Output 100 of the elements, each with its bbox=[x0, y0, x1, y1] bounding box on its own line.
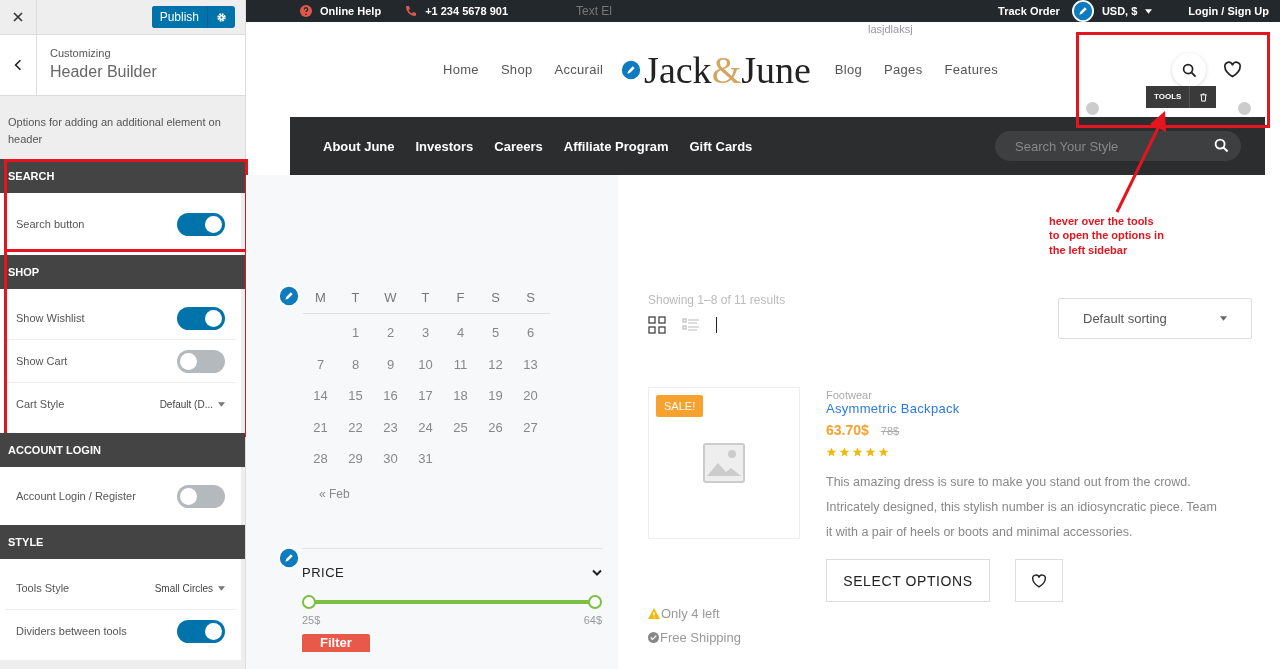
toggle-switch[interactable] bbox=[177, 306, 225, 330]
nav-link[interactable]: Investors bbox=[415, 138, 474, 154]
calendar-day[interactable]: 16 bbox=[383, 388, 398, 404]
calendar-day[interactable]: 27 bbox=[523, 419, 538, 435]
filter-button[interactable]: Filter bbox=[302, 633, 370, 652]
calendar-day[interactable]: 23 bbox=[383, 419, 398, 435]
calendar-day[interactable]: 15 bbox=[348, 388, 363, 404]
weekday-label: S bbox=[491, 289, 500, 305]
calendar-day[interactable]: 11 bbox=[453, 356, 468, 372]
nav-link[interactable]: Accurail bbox=[554, 62, 604, 77]
calendar-day[interactable]: 17 bbox=[418, 388, 433, 404]
search-field[interactable]: Search Your Style bbox=[995, 131, 1241, 161]
toggle-switch[interactable] bbox=[177, 212, 225, 236]
trash-icon[interactable] bbox=[1199, 92, 1209, 102]
calendar-day[interactable]: 9 bbox=[386, 356, 395, 372]
nav-link[interactable]: Features bbox=[944, 62, 999, 77]
search-button[interactable] bbox=[1172, 53, 1206, 87]
calendar-day[interactable]: 13 bbox=[523, 356, 538, 372]
settings-icon[interactable] bbox=[215, 10, 228, 24]
calendar-day[interactable]: 29 bbox=[348, 451, 363, 467]
search-icon[interactable] bbox=[1214, 138, 1229, 153]
shipping-info: Free Shipping bbox=[660, 630, 741, 645]
calendar-day[interactable]: 19 bbox=[488, 388, 503, 404]
chevron-icon[interactable] bbox=[592, 568, 602, 576]
sale-price: 63.70$ bbox=[826, 422, 869, 438]
calendar-day[interactable]: 3 bbox=[421, 325, 430, 341]
calendar-day[interactable]: 1 bbox=[351, 325, 360, 341]
edit-icon[interactable] bbox=[1071, 0, 1094, 22]
help-icon bbox=[300, 5, 312, 17]
toggle-switch[interactable] bbox=[177, 349, 225, 373]
panel-title: Header Builder bbox=[50, 63, 157, 81]
calendar-day[interactable]: 18 bbox=[453, 388, 468, 404]
previous-month-link[interactable]: « Feb bbox=[319, 486, 550, 501]
product-category[interactable]: Footwear bbox=[826, 389, 872, 401]
section-header: STYLE bbox=[0, 525, 245, 559]
calendar-day[interactable]: 25 bbox=[453, 419, 468, 435]
calendar-day[interactable]: 7 bbox=[316, 356, 325, 372]
calendar-day[interactable]: 10 bbox=[418, 356, 433, 372]
calendar-day[interactable]: 22 bbox=[348, 419, 363, 435]
calendar-day[interactable]: 31 bbox=[418, 451, 433, 467]
nav-link[interactable]: Gift Cards bbox=[689, 138, 753, 154]
price-heading: PRICE bbox=[302, 564, 345, 580]
calendar-day[interactable]: 26 bbox=[488, 419, 503, 435]
option-label: Cart Style bbox=[16, 398, 65, 410]
calendar-day[interactable]: 30 bbox=[383, 451, 398, 467]
toggle-switch[interactable] bbox=[177, 619, 225, 643]
track-order-link[interactable]: Track Order bbox=[998, 5, 1060, 17]
search-icon[interactable] bbox=[1181, 62, 1197, 78]
sorting-dropdown[interactable]: Default sorting bbox=[1058, 298, 1252, 339]
currency-selector[interactable]: USD, $ bbox=[1101, 5, 1138, 17]
calendar-day[interactable]: 20 bbox=[523, 388, 538, 404]
calendar-day[interactable]: 4 bbox=[456, 325, 465, 341]
nav-link[interactable]: About June bbox=[323, 138, 395, 154]
help-link[interactable]: Online Help bbox=[320, 5, 382, 17]
results-count: Showing 1–8 of 11 results bbox=[648, 293, 786, 307]
warning-icon bbox=[648, 608, 660, 619]
caret-icon[interactable] bbox=[1145, 8, 1153, 14]
check-circle-icon bbox=[648, 632, 659, 643]
description-text: Options for adding an additional element on header bbox=[8, 115, 222, 147]
eyebrow-text: Customizing bbox=[50, 47, 112, 59]
nav-link[interactable]: Blog bbox=[834, 62, 863, 77]
nav-link[interactable]: Careers bbox=[494, 138, 543, 154]
toggle-switch[interactable] bbox=[177, 484, 225, 508]
nav-link[interactable]: Home bbox=[443, 62, 479, 77]
publish-button[interactable]: Publish bbox=[151, 6, 208, 28]
calendar-day[interactable]: 12 bbox=[488, 356, 503, 372]
weekday-label: T bbox=[421, 289, 430, 305]
calendar-day[interactable]: 14 bbox=[313, 388, 328, 404]
nav-link[interactable]: Shop bbox=[500, 62, 533, 77]
close-icon[interactable] bbox=[13, 12, 23, 22]
back-icon[interactable] bbox=[14, 59, 22, 71]
price-slider[interactable] bbox=[302, 594, 602, 609]
wishlist-button[interactable] bbox=[1015, 559, 1063, 602]
overflow-text: lasjdlaksj bbox=[868, 23, 913, 35]
calendar-day[interactable]: 2 bbox=[386, 325, 395, 341]
calendar-day[interactable]: 6 bbox=[526, 325, 535, 341]
nav-link[interactable]: Affiliate Program bbox=[563, 138, 669, 154]
select-dropdown[interactable]: Default (D... bbox=[159, 398, 225, 410]
weekday-label: T bbox=[351, 289, 360, 305]
calendar-day[interactable]: 8 bbox=[351, 356, 360, 372]
max-price: 64$ bbox=[583, 613, 602, 626]
nav-link[interactable]: Pages bbox=[884, 62, 923, 77]
heart-icon[interactable] bbox=[1031, 573, 1047, 588]
product-name[interactable]: Asymmetric Backpack bbox=[826, 401, 960, 416]
handle-dot[interactable] bbox=[1086, 102, 1099, 115]
heart-icon[interactable] bbox=[1223, 61, 1242, 78]
grid-view-icon[interactable] bbox=[648, 316, 666, 334]
login-link[interactable]: Login / Sign Up bbox=[1188, 5, 1269, 17]
product-image-placeholder[interactable]: SALE! bbox=[648, 387, 800, 539]
calendar-day[interactable]: 24 bbox=[418, 419, 433, 435]
weekday-label: M bbox=[315, 289, 326, 305]
select-options-button[interactable]: SELECT OPTIONS bbox=[826, 559, 990, 602]
image-placeholder-icon bbox=[703, 443, 745, 483]
calendar-day[interactable]: 5 bbox=[491, 325, 500, 341]
select-dropdown[interactable]: Small Circles bbox=[154, 582, 225, 594]
tools-tooltip[interactable]: TOOLS bbox=[1146, 86, 1217, 108]
calendar-day[interactable]: 28 bbox=[313, 451, 328, 467]
logo[interactable]: Jack&June bbox=[644, 47, 811, 92]
handle-dot[interactable] bbox=[1238, 102, 1251, 115]
calendar-day[interactable]: 21 bbox=[313, 419, 328, 435]
